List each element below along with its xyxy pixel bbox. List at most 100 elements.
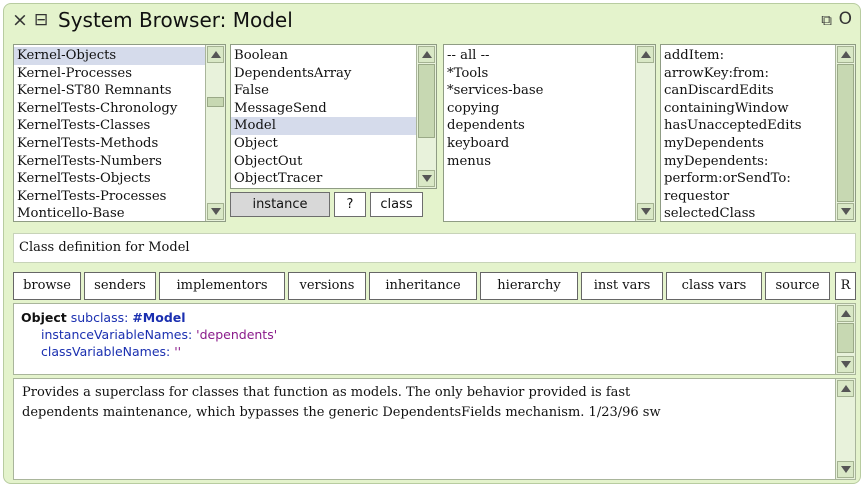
class-item[interactable]: ObjectOut xyxy=(231,153,416,171)
scroll-thumb[interactable] xyxy=(418,64,435,138)
class-item[interactable]: Model xyxy=(231,117,416,135)
expand-icon[interactable]: O xyxy=(839,9,852,29)
arrow-up-icon xyxy=(211,51,221,58)
method-item[interactable]: myDependents xyxy=(661,135,835,153)
package-list-pane[interactable]: Kernel-Objects Kernel-Processes Kernel-S… xyxy=(13,44,226,222)
package-item[interactable]: KernelTests-Objects xyxy=(14,170,205,188)
package-scrollbar[interactable] xyxy=(205,45,225,221)
category-item[interactable]: dependents xyxy=(444,117,635,135)
comment-line: dependents maintenance, which bypasses t… xyxy=(22,405,661,420)
scroll-up-button[interactable] xyxy=(837,46,854,63)
category-item[interactable]: menus xyxy=(444,153,635,171)
method-item[interactable]: addItem: xyxy=(661,47,835,65)
class-item[interactable]: False xyxy=(231,82,416,100)
versions-button[interactable]: versions xyxy=(288,272,366,300)
category-item[interactable]: *services-base xyxy=(444,82,635,100)
method-item[interactable]: perform:orSendTo: xyxy=(661,170,835,188)
category-list[interactable]: -- all -- *Tools *services-base copying … xyxy=(444,45,635,221)
method-item[interactable]: requestor xyxy=(661,188,835,206)
class-item[interactable]: MessageSend xyxy=(231,100,416,118)
class-list[interactable]: Boolean DependentsArray False MessageSen… xyxy=(231,45,416,188)
category-item[interactable]: copying xyxy=(444,100,635,118)
ivars-keyword: instanceVariableNames: xyxy=(41,327,193,342)
method-item[interactable]: canDiscardEdits xyxy=(661,82,835,100)
package-item[interactable]: KernelTests-Numbers xyxy=(14,153,205,171)
close-icon[interactable]: × xyxy=(12,9,28,31)
package-list[interactable]: Kernel-Objects Kernel-Processes Kernel-S… xyxy=(14,45,205,221)
source-button[interactable]: source xyxy=(765,272,830,300)
arrow-up-icon xyxy=(841,385,851,392)
inst-vars-button[interactable]: inst vars xyxy=(581,272,663,300)
scroll-down-button[interactable] xyxy=(418,170,435,187)
scroll-thumb[interactable] xyxy=(837,323,854,353)
category-list-pane[interactable]: -- all -- *Tools *services-base copying … xyxy=(443,44,656,222)
class-toggle-button[interactable]: class xyxy=(370,192,423,217)
comment-scrollbar[interactable] xyxy=(835,379,855,479)
hierarchy-button[interactable]: hierarchy xyxy=(480,272,578,300)
scroll-up-button[interactable] xyxy=(837,380,854,397)
class-list-pane[interactable]: Boolean DependentsArray False MessageSen… xyxy=(230,44,437,189)
system-browser-window: × ⊟ System Browser: Model ⧉ O Kernel-Obj… xyxy=(3,3,861,484)
implementors-button[interactable]: implementors xyxy=(159,272,285,300)
category-item[interactable]: *Tools xyxy=(444,65,635,83)
method-item[interactable]: arrowKey:from: xyxy=(661,65,835,83)
scroll-down-button[interactable] xyxy=(837,203,854,220)
collapse-icon[interactable]: ⧉ xyxy=(821,10,832,30)
class-scrollbar[interactable] xyxy=(416,45,436,188)
subclass-keyword: subclass: xyxy=(70,310,129,325)
package-item[interactable]: Kernel-ST80 Remnants xyxy=(14,82,205,100)
package-item[interactable]: KernelTests-Chronology xyxy=(14,100,205,118)
code-editor-pane[interactable]: Object subclass: #Model instanceVariable… xyxy=(13,303,856,375)
comment-line: Provides a superclass for classes that f… xyxy=(22,385,631,400)
package-item[interactable]: Kernel-Objects xyxy=(14,47,205,65)
scroll-thumb[interactable] xyxy=(837,64,854,202)
cvars-keyword: classVariableNames: xyxy=(41,344,171,359)
method-item[interactable]: selectedClass xyxy=(661,205,835,221)
category-item[interactable]: -- all -- xyxy=(444,47,635,65)
window-menu-icon[interactable]: ⊟ xyxy=(34,9,48,31)
method-scrollbar[interactable] xyxy=(835,45,855,221)
browse-button[interactable]: browse xyxy=(13,272,81,300)
instance-toggle-button[interactable]: instance xyxy=(230,192,330,217)
class-item[interactable]: Boolean xyxy=(231,47,416,65)
package-item[interactable]: KernelTests-Methods xyxy=(14,135,205,153)
scroll-up-button[interactable] xyxy=(207,46,224,63)
class-comment-pane[interactable]: Provides a superclass for classes that f… xyxy=(13,378,856,480)
scroll-down-button[interactable] xyxy=(837,461,854,478)
package-item[interactable]: KernelTests-Classes xyxy=(14,117,205,135)
method-item[interactable]: hasUnacceptedEdits xyxy=(661,117,835,135)
category-item[interactable]: keyboard xyxy=(444,135,635,153)
package-item[interactable]: Monticello-Base xyxy=(14,205,205,221)
arrow-down-icon xyxy=(211,208,221,215)
package-item[interactable]: Kernel-Processes xyxy=(14,65,205,83)
method-list[interactable]: addItem: arrowKey:from: canDiscardEdits … xyxy=(661,45,835,221)
title-bar[interactable]: × ⊟ System Browser: Model ⧉ O xyxy=(4,4,860,36)
class-symbol: #Model xyxy=(132,310,186,325)
method-list-pane[interactable]: addItem: arrowKey:from: canDiscardEdits … xyxy=(660,44,856,222)
code-scrollbar[interactable] xyxy=(835,304,855,374)
class-item[interactable]: DependentsArray xyxy=(231,65,416,83)
class-vars-button[interactable]: class vars xyxy=(666,272,762,300)
instance-class-toggle[interactable]: instance ? class xyxy=(230,192,423,217)
scroll-thumb[interactable] xyxy=(207,97,224,107)
senders-button[interactable]: senders xyxy=(84,272,156,300)
class-definition-code[interactable]: Object subclass: #Model instanceVariable… xyxy=(21,309,277,360)
class-item[interactable]: Object xyxy=(231,135,416,153)
arrow-down-icon xyxy=(422,175,432,182)
scroll-up-button[interactable] xyxy=(418,46,435,63)
inheritance-button[interactable]: inheritance xyxy=(369,272,477,300)
package-item[interactable]: KernelTests-Processes xyxy=(14,188,205,206)
class-comment-text[interactable]: Provides a superclass for classes that f… xyxy=(22,383,827,423)
ivars-value: 'dependents' xyxy=(196,327,278,342)
category-scrollbar[interactable] xyxy=(635,45,655,221)
scroll-down-button[interactable] xyxy=(207,203,224,220)
r-button[interactable]: R xyxy=(835,272,856,300)
scroll-up-button[interactable] xyxy=(837,305,854,322)
class-item[interactable]: ObjectTracer xyxy=(231,170,416,188)
scroll-down-button[interactable] xyxy=(637,203,654,220)
method-item[interactable]: myDependents: xyxy=(661,153,835,171)
method-item[interactable]: containingWindow xyxy=(661,100,835,118)
scroll-down-button[interactable] xyxy=(837,356,854,373)
help-toggle-button[interactable]: ? xyxy=(334,192,366,217)
scroll-up-button[interactable] xyxy=(637,46,654,63)
